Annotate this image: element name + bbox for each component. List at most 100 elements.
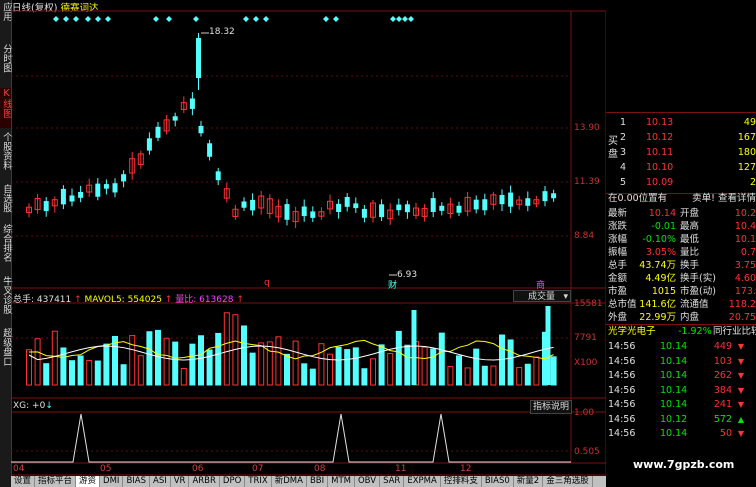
candle-body — [525, 198, 531, 206]
tab-stock-info[interactable]: 个股资料 — [0, 132, 12, 180]
order-book-row: 3 10.11 180 — [620, 146, 756, 159]
quote-row: 涨幅 -0.10% 最低 10.1 — [608, 233, 756, 246]
date-label: 11 — [395, 464, 407, 474]
tab-ranking[interactable]: 综合排名 — [0, 224, 12, 272]
volume-bar — [34, 338, 41, 386]
indicator-tab[interactable]: DPO — [220, 476, 246, 487]
signal-diamond-icon — [193, 16, 199, 22]
volume-axis-label: 7791 — [574, 333, 597, 343]
status-left: 在0.00位置有 — [608, 193, 668, 204]
indicator-select-value: 成交量 — [528, 292, 556, 302]
indicator-tab[interactable]: 控排料支 — [441, 476, 482, 487]
right-panel-top — [606, 0, 756, 112]
indicator-tab[interactable]: BBI — [307, 476, 329, 487]
order-book: 买盘 1 10.13 49 2 10.12 167 3 10.11 180 4 10.10 127 5 1… — [606, 112, 756, 194]
tab-timeshare[interactable]: 分时图 — [0, 44, 12, 84]
order-price: 10.09 — [646, 177, 674, 188]
indicator-tab[interactable]: 指标平台 — [35, 476, 77, 487]
indicator-tab[interactable]: MTM — [328, 476, 355, 487]
candle-body — [310, 211, 316, 218]
indicator-tab[interactable]: ASI — [150, 476, 171, 487]
volume-bar — [481, 365, 488, 386]
volume-bar — [370, 358, 376, 386]
indicator-tab[interactable]: 新量2 — [514, 476, 544, 487]
tab-diagnosis[interactable]: 牛叉诊股 — [0, 276, 12, 324]
candle-body — [43, 201, 49, 212]
indicator-tab[interactable]: ARBR — [189, 476, 220, 487]
peer-compare-link[interactable]: 同行业比较 — [713, 325, 756, 338]
volume-bar — [361, 368, 368, 386]
tick-price: 10.14 — [660, 428, 688, 439]
candle-body — [542, 191, 548, 202]
tick-volume: 103 — [713, 355, 732, 367]
candle-body — [344, 197, 350, 207]
date-label: 05 — [100, 464, 112, 474]
indicator-tab[interactable]: 设置 — [11, 476, 36, 487]
indicator-tab[interactable]: OBV — [355, 476, 381, 487]
candle-body — [172, 116, 178, 121]
tick-price: 10.14 — [660, 341, 688, 352]
indicator-tab[interactable]: 新DMA — [272, 476, 307, 487]
sector-row[interactable]: 光学光电子 -1.92% 同行业比较 — [606, 324, 756, 338]
order-volume: 127 — [737, 162, 756, 173]
quote-key: 总市值 — [608, 299, 637, 310]
volume-bar — [275, 336, 282, 386]
volume-bar — [163, 337, 170, 386]
indicator-tab[interactable]: EXPMA — [404, 476, 441, 487]
candle-body — [155, 126, 161, 138]
quote-value: 1015 — [651, 286, 676, 297]
indicator-tab[interactable]: VR — [171, 476, 190, 487]
quote-key: 最新 — [608, 208, 628, 219]
quote-value: 0.7 — [740, 247, 756, 258]
low-price-annotation: 6.93 — [397, 270, 418, 280]
tab-watchlist[interactable]: 自选股 — [0, 184, 12, 220]
order-volume: 49 — [743, 117, 756, 128]
tab-kline[interactable]: K线图 — [0, 88, 12, 128]
high-price-annotation: 18.32 — [209, 27, 235, 37]
volume-bar — [258, 342, 265, 386]
candle-body — [95, 183, 101, 197]
volume-bar — [430, 348, 437, 386]
indicator-tab[interactable]: BIAS0 — [482, 476, 514, 487]
status-right-link[interactable]: 卖单! 查看详情 — [692, 192, 756, 205]
volume-bar — [198, 335, 204, 386]
signal-diamond-icon — [390, 16, 396, 22]
indicator-tab[interactable]: 游资 — [76, 476, 101, 487]
tab-apps[interactable]: 应用 — [0, 2, 12, 38]
quote-key: 最高 — [680, 221, 700, 232]
arrow-down-icon: ▼ — [737, 356, 744, 366]
indicator-help-button[interactable]: 指标说明 — [530, 400, 572, 414]
volume-bar — [180, 368, 187, 386]
volume-bar — [344, 349, 351, 386]
quote-key: 涨幅 — [608, 234, 628, 245]
kline-chart-area[interactable] — [11, 0, 606, 476]
volume-bar — [137, 355, 144, 386]
volume-bars — [26, 306, 557, 386]
tab-super-panel[interactable]: 超级盘口 — [0, 328, 12, 376]
indicator-tab[interactable]: SAR — [380, 476, 405, 487]
quote-value: -0.01 — [651, 221, 676, 232]
volume-axis-label: 15581 — [574, 299, 603, 309]
quote-value: 10.2 — [734, 208, 756, 219]
volume-bar — [395, 330, 402, 386]
volume-bar — [189, 343, 196, 386]
volume-unit-label: X100 — [574, 358, 598, 368]
volume-bar — [421, 346, 428, 386]
volume-bar — [249, 352, 256, 386]
quote-panel: 买盘 1 10.13 49 2 10.12 167 3 10.11 180 4 10.10 127 5 1… — [606, 112, 756, 487]
event-marker-finance[interactable]: 财 — [388, 278, 397, 291]
event-marker-q[interactable]: q — [264, 278, 270, 288]
quote-value: 3.05% — [645, 247, 676, 258]
candle-body — [198, 125, 204, 134]
indicator-select[interactable]: 成交量 ▾ — [513, 290, 571, 302]
volume-bar — [447, 366, 454, 386]
indicator-tab[interactable]: 金三角选股 — [543, 476, 593, 487]
signal-diamond-icon — [396, 16, 402, 22]
tick-row: 14:56 10.14 384 ▼ — [608, 384, 756, 397]
volume-bar — [327, 353, 333, 386]
indicator-tab[interactable]: TRIX — [245, 476, 272, 487]
tick-row: 14:56 10.14 449 ▼ — [608, 340, 756, 353]
status-line[interactable]: 在0.00位置有 卖单! 查看详情 — [608, 192, 756, 205]
indicator-tab[interactable]: DMI — [100, 476, 124, 487]
indicator-tab[interactable]: BIAS — [123, 476, 150, 487]
